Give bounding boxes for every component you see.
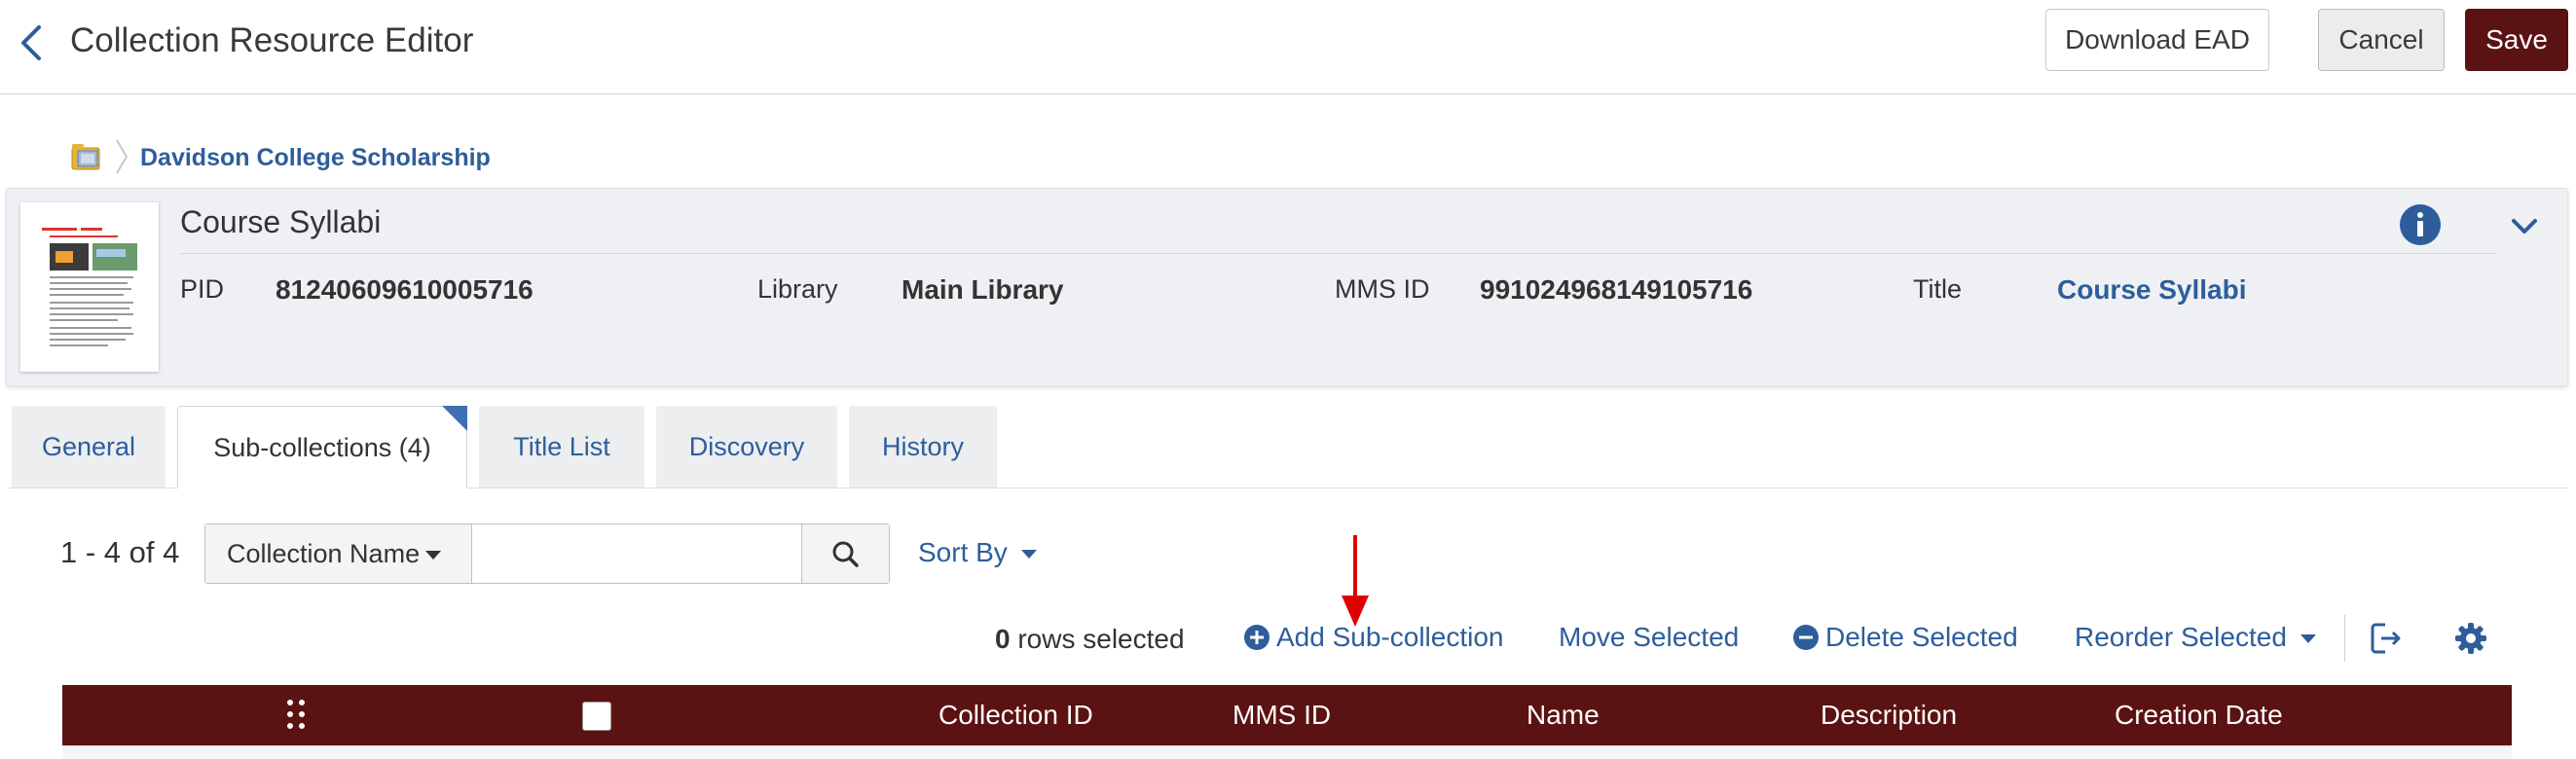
back-arrow-icon[interactable] — [12, 16, 55, 70]
result-count: 1 - 4 of 4 — [60, 535, 180, 569]
info-icon[interactable] — [2398, 202, 2443, 247]
caret-down-icon — [2300, 634, 2316, 644]
reorder-selected-label: Reorder Selected — [2075, 622, 2287, 652]
gear-icon[interactable] — [2451, 619, 2490, 658]
tab-discovery[interactable]: Discovery — [656, 406, 837, 488]
toolbar-separator — [2344, 615, 2345, 662]
search-button[interactable] — [801, 524, 889, 583]
card-divider — [180, 253, 2497, 254]
search-input[interactable] — [474, 524, 801, 583]
library-value: Main Library — [902, 274, 1064, 305]
delete-selected-label: Delete Selected — [1825, 622, 2018, 652]
search-field-label: Collection Name — [227, 539, 421, 568]
rows-selected-text: rows selected — [1017, 624, 1185, 654]
add-sub-collection-label: Add Sub-collection — [1276, 622, 1504, 652]
reorder-selected-dropdown[interactable]: Reorder Selected — [2075, 622, 2316, 653]
active-tab-corner-marker — [442, 406, 467, 431]
page-title: Collection Resource Editor — [70, 21, 474, 59]
move-selected-button[interactable]: Move Selected — [1559, 622, 1739, 653]
table-header: Collection ID MMS ID Name Description Cr… — [62, 685, 2512, 745]
column-header-name[interactable]: Name — [1527, 685, 1600, 745]
column-header-description[interactable]: Description — [1821, 685, 1957, 745]
library-label: Library — [757, 274, 838, 304]
delete-selected-button[interactable]: Delete Selected — [1792, 622, 2018, 653]
tab-general[interactable]: General — [12, 406, 166, 488]
tab-sub-collections-label: Sub-collections (4) — [213, 433, 431, 462]
download-ead-button[interactable]: Download EAD — [2045, 9, 2269, 71]
breadcrumb-link-davidson[interactable]: Davidson College Scholarship — [140, 144, 491, 172]
rows-selected-indicator: 0 rows selected — [995, 624, 1185, 655]
caret-down-icon — [425, 551, 442, 560]
search-bar: Collection Name — [204, 524, 890, 584]
minus-circle-icon — [1793, 625, 1819, 650]
pid-label: PID — [180, 274, 225, 304]
select-all-checkbox[interactable] — [582, 702, 611, 731]
tab-history[interactable]: History — [849, 406, 997, 488]
cancel-button[interactable]: Cancel — [2318, 9, 2445, 71]
mms-id-label: MMS ID — [1335, 274, 1430, 304]
search-icon — [832, 541, 859, 567]
export-icon[interactable] — [2366, 619, 2405, 658]
record-title: Course Syllabi — [180, 204, 382, 239]
drag-handle-icon[interactable] — [284, 697, 308, 732]
plus-circle-icon — [1244, 625, 1270, 650]
pid-value: 81240609610005716 — [276, 274, 534, 305]
mms-id-value: 991024968149105716 — [1480, 274, 1753, 305]
tab-title-list[interactable]: Title List — [479, 406, 644, 488]
rows-selected-count: 0 — [995, 624, 1011, 654]
title-label: Title — [1913, 274, 1963, 304]
title-value-link[interactable]: Course Syllabi — [2057, 274, 2247, 306]
chevron-down-icon[interactable] — [2509, 210, 2540, 241]
column-header-creation-date[interactable]: Creation Date — [2115, 685, 2283, 745]
search-field-dropdown[interactable]: Collection Name — [205, 524, 472, 583]
column-header-collection-id[interactable]: Collection ID — [938, 685, 1093, 745]
tab-sub-collections[interactable]: Sub-collections (4) — [177, 406, 467, 488]
top-bar: Collection Resource Editor Download EAD … — [0, 0, 2576, 94]
caret-down-icon — [1020, 550, 1037, 560]
sort-by-label: Sort By — [918, 537, 1008, 567]
table-row — [62, 745, 2512, 759]
record-summary-card: Course Syllabi PID 81240609610005716 Lib… — [6, 188, 2568, 386]
sort-by-dropdown[interactable]: Sort By — [918, 537, 1037, 568]
red-annotation-arrow-icon — [1336, 533, 1375, 631]
collection-folder-icon — [70, 142, 103, 171]
save-button[interactable]: Save — [2465, 9, 2568, 71]
breadcrumb-separator-icon — [113, 138, 130, 175]
column-header-mms-id[interactable]: MMS ID — [1233, 685, 1331, 745]
record-thumbnail — [20, 202, 159, 372]
